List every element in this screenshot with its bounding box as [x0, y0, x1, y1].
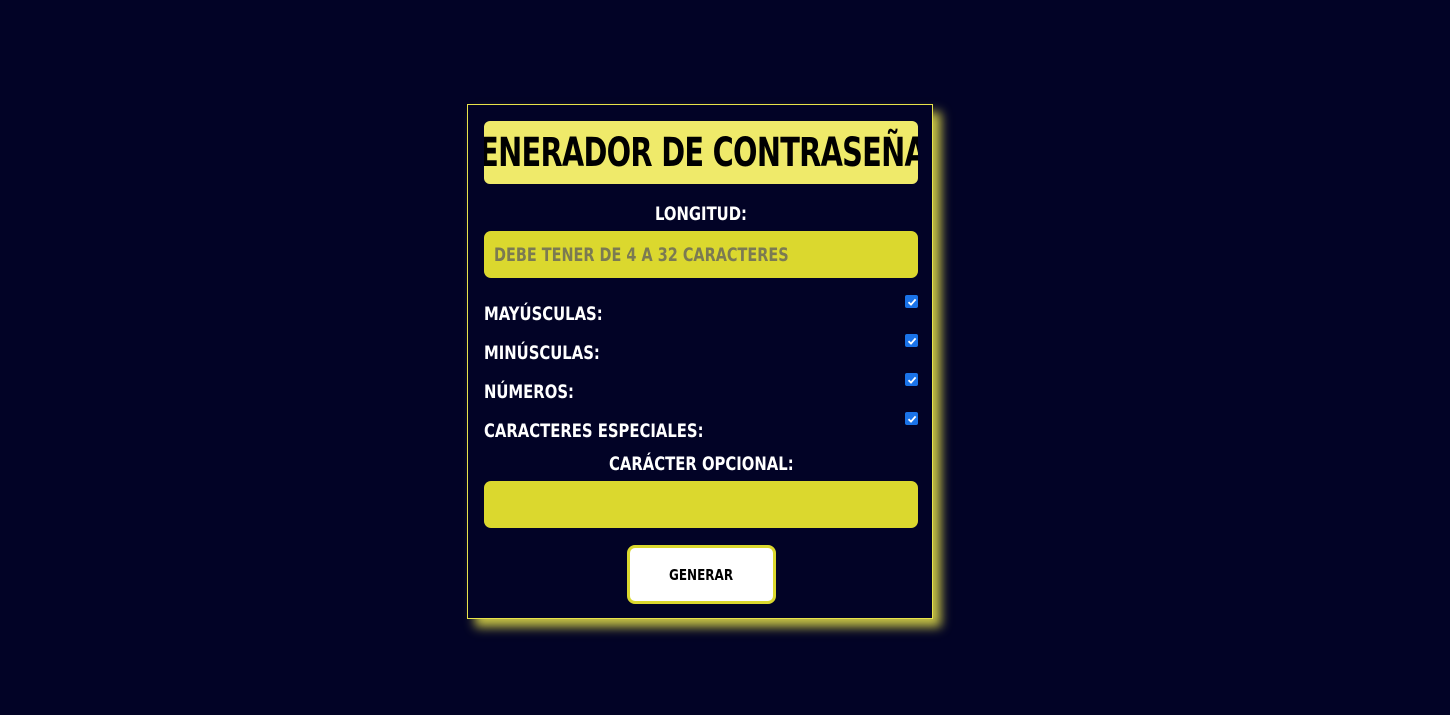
- generate-button[interactable]: GENERAR: [627, 545, 776, 604]
- option-row-special: CARACTERES ESPECIALES:: [484, 412, 918, 442]
- option-row-numbers: NÚMEROS:: [484, 373, 918, 403]
- length-input[interactable]: [484, 231, 918, 278]
- option-row-lowercase: MINÚSCULAS:: [484, 334, 918, 364]
- option-row-uppercase: MAYÚSCULAS:: [484, 295, 918, 325]
- lowercase-checkbox[interactable]: [905, 334, 918, 347]
- numbers-checkbox[interactable]: [905, 373, 918, 386]
- option-label-lowercase: MINÚSCULAS:: [484, 342, 600, 364]
- checkmark-icon: [907, 376, 916, 384]
- checkmark-icon: [907, 337, 916, 345]
- page-title-text: GENERADOR DE CONTRASEÑAS: [484, 129, 918, 176]
- option-label-special: CARACTERES ESPECIALES:: [484, 420, 704, 442]
- checkmark-icon: [907, 298, 916, 306]
- optional-char-label: CARÁCTER OPCIONAL:: [608, 453, 794, 475]
- length-label: LONGITUD:: [655, 203, 747, 225]
- option-label-uppercase: MAYÚSCULAS:: [484, 303, 603, 325]
- password-generator-card: GENERADOR DE CONTRASEÑAS LONGITUD: DEBE …: [467, 104, 933, 619]
- option-label-numbers: NÚMEROS:: [484, 381, 574, 403]
- special-chars-checkbox[interactable]: [905, 412, 918, 425]
- optional-char-input[interactable]: [484, 481, 918, 528]
- page-title: GENERADOR DE CONTRASEÑAS: [484, 121, 918, 184]
- checkmark-icon: [907, 415, 916, 423]
- uppercase-checkbox[interactable]: [905, 295, 918, 308]
